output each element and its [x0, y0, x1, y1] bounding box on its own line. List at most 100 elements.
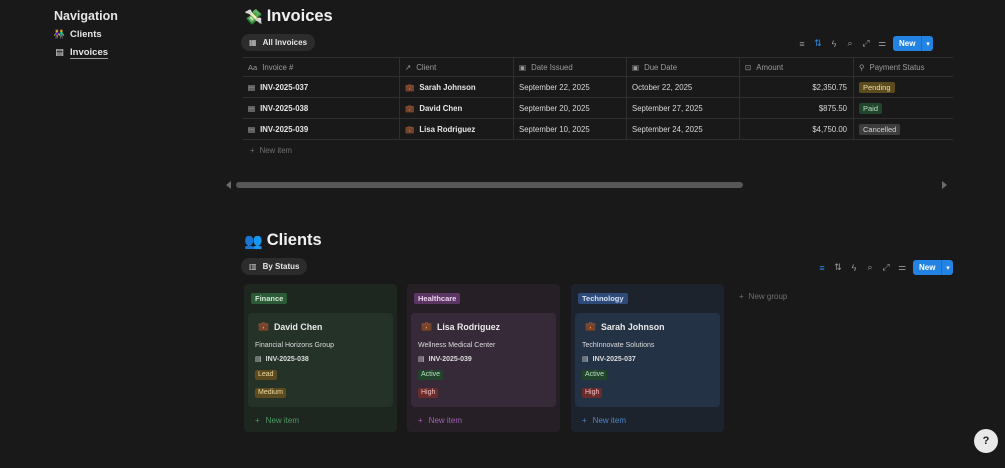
view-tab-label: All Invoices — [262, 38, 308, 47]
new-item-label: New item — [428, 416, 463, 425]
amount-cell[interactable]: $875.50 — [740, 98, 854, 118]
invoices-table: Aa Invoice # ↗ Client ▣ Date Issued ▣ Due Da… — [243, 57, 953, 161]
client-cell[interactable]: 💼 Sarah Johnson — [400, 77, 514, 97]
status-badge: Active — [418, 370, 444, 380]
amount: $2,350.75 — [812, 82, 847, 92]
group-tag[interactable]: Healthcare — [414, 293, 461, 304]
table-row[interactable]: ▤ INV-2025-039 💼 Lisa Rodriguez September … — [243, 119, 953, 140]
amount: $875.50 — [818, 103, 847, 113]
invoice-number-cell[interactable]: ▤ INV-2025-039 — [243, 119, 400, 139]
date-issued-cell[interactable]: September 22, 2025 — [514, 77, 627, 97]
new-item-label: New item — [592, 416, 627, 425]
invoice-number: INV-2025-038 — [260, 103, 309, 113]
column-amount[interactable]: ⊡ Amount — [740, 58, 854, 76]
column-new-item[interactable]: + New item — [575, 416, 720, 425]
new-group-button[interactable]: + New group — [739, 292, 787, 301]
view-tab-by-status[interactable]: ▥ By Status — [241, 258, 308, 275]
invoice-number-cell[interactable]: ▤ INV-2025-038 — [243, 98, 400, 118]
search-icon[interactable]: ⌕ — [845, 38, 855, 49]
horizontal-scrollbar[interactable] — [236, 182, 743, 188]
sort-icon[interactable]: ⇅ — [813, 38, 823, 49]
chevron-down-icon[interactable]: ▾ — [921, 36, 933, 51]
invoice-number-cell[interactable]: ▤ INV-2025-037 — [243, 77, 400, 97]
board-column-technology: Technology 💼 Sarah Johnson TechInnovate … — [571, 284, 724, 432]
due-date-cell[interactable]: September 24, 2025 — [627, 119, 740, 139]
payment-status-cell[interactable]: Cancelled — [854, 119, 953, 139]
scroll-right-arrow-icon[interactable] — [942, 181, 947, 189]
help-button[interactable]: ? — [974, 429, 998, 453]
receipt-icon: ▤ — [248, 82, 256, 92]
nav-item-invoices[interactable]: ▤ Invoices — [54, 46, 174, 59]
table-row[interactable]: ▤ INV-2025-037 💼 Sarah Johnson September 2… — [243, 77, 953, 98]
date-issued-cell[interactable]: September 10, 2025 — [514, 119, 627, 139]
client-card[interactable]: 💼 Sarah Johnson TechInnovate Solutions ▤… — [575, 313, 720, 407]
automation-icon[interactable]: ϟ — [829, 39, 839, 49]
due-date-cell[interactable]: October 22, 2025 — [627, 77, 740, 97]
column-label: Invoice # — [262, 62, 294, 72]
column-invoice-number[interactable]: Aa Invoice # — [243, 58, 400, 76]
client-organization: Wellness Medical Center — [418, 342, 496, 349]
column-new-item[interactable]: + New item — [248, 416, 393, 425]
briefcase-icon: 💼 — [405, 124, 415, 134]
scroll-left-arrow-icon[interactable] — [226, 181, 231, 189]
column-due-date[interactable]: ▣ Due Date — [627, 58, 740, 76]
new-invoice-button[interactable]: New ▾ — [893, 36, 934, 51]
expand-icon[interactable]: ⤢ — [881, 262, 891, 273]
status-badge: Cancelled — [859, 123, 901, 135]
expand-icon[interactable]: ⤢ — [861, 38, 871, 49]
amount-cell[interactable]: $2,350.75 — [740, 77, 854, 97]
column-label: Client — [416, 62, 437, 72]
amount-cell[interactable]: $4,750.00 — [740, 119, 854, 139]
new-button-label[interactable]: New — [913, 260, 941, 275]
column-new-item[interactable]: + New item — [411, 416, 556, 425]
status-badge: Active — [582, 370, 608, 380]
client-name: Sarah Johnson — [419, 82, 476, 92]
receipt-icon: ▤ — [582, 356, 589, 363]
sort-icon[interactable]: ⇅ — [833, 262, 843, 273]
filter-icon[interactable]: ≡ — [797, 39, 807, 49]
client-card[interactable]: 💼 David Chen Financial Horizons Group ▤ … — [248, 313, 393, 407]
due-date: September 27, 2025 — [632, 103, 703, 113]
calendar-icon: ▣ — [632, 62, 640, 72]
view-tab-all-invoices[interactable]: ▦ All Invoices — [241, 34, 316, 51]
payment-status-cell[interactable]: Paid — [854, 98, 953, 118]
invoice-number: INV-2025-039 — [428, 355, 472, 363]
client-cell[interactable]: 💼 Lisa Rodriguez — [400, 119, 514, 139]
settings-sliders-icon[interactable]: ⚌ — [897, 262, 907, 273]
new-button-label[interactable]: New — [893, 36, 921, 51]
column-date-issued[interactable]: ▣ Date Issued — [514, 58, 627, 76]
settings-sliders-icon[interactable]: ⚌ — [877, 38, 887, 49]
new-client-button[interactable]: New ▾ — [913, 260, 954, 275]
client-card[interactable]: 💼 Lisa Rodriguez Wellness Medical Center… — [411, 313, 556, 407]
linked-invoice[interactable]: ▤ INV-2025-037 — [582, 355, 713, 364]
view-tab-label: By Status — [262, 262, 300, 271]
date-issued: September 20, 2025 — [519, 103, 590, 113]
client-organization: TechInnovate Solutions — [582, 342, 655, 349]
payment-status-cell[interactable]: Pending — [854, 77, 953, 97]
group-tag[interactable]: Technology — [578, 293, 628, 304]
formula-icon: ⊡ — [745, 62, 752, 72]
status-badge: Paid — [859, 102, 883, 114]
linked-invoice[interactable]: ▤ INV-2025-038 — [255, 355, 386, 364]
card-title: 💼 Sarah Johnson — [582, 321, 713, 332]
card-title: 💼 Lisa Rodriguez — [418, 321, 549, 332]
linked-invoice[interactable]: ▤ INV-2025-039 — [418, 355, 549, 364]
column-payment-status[interactable]: ⚲ Payment Status — [854, 58, 953, 76]
automation-icon[interactable]: ϟ — [849, 263, 859, 273]
filter-icon[interactable]: ≡ — [817, 263, 827, 273]
due-date-cell[interactable]: September 27, 2025 — [627, 98, 740, 118]
board-column-healthcare: Healthcare 💼 Lisa Rodriguez Wellness Med… — [407, 284, 560, 432]
nav-item-clients[interactable]: 👫 Clients — [54, 28, 174, 41]
new-item-row[interactable]: + New item — [243, 140, 953, 161]
search-icon[interactable]: ⌕ — [865, 262, 875, 273]
column-label: Date Issued — [531, 62, 573, 72]
date-issued-cell[interactable]: September 20, 2025 — [514, 98, 627, 118]
column-client[interactable]: ↗ Client — [400, 58, 514, 76]
group-tag[interactable]: Finance — [251, 293, 288, 304]
receipt-icon: ▤ — [418, 356, 425, 363]
client-cell[interactable]: 💼 David Chen — [400, 98, 514, 118]
table-row[interactable]: ▤ INV-2025-038 💼 David Chen September 20, … — [243, 98, 953, 119]
board-icon: ▥ — [249, 262, 257, 271]
chevron-down-icon[interactable]: ▾ — [941, 260, 953, 275]
invoice-number: INV-2025-037 — [260, 82, 309, 92]
